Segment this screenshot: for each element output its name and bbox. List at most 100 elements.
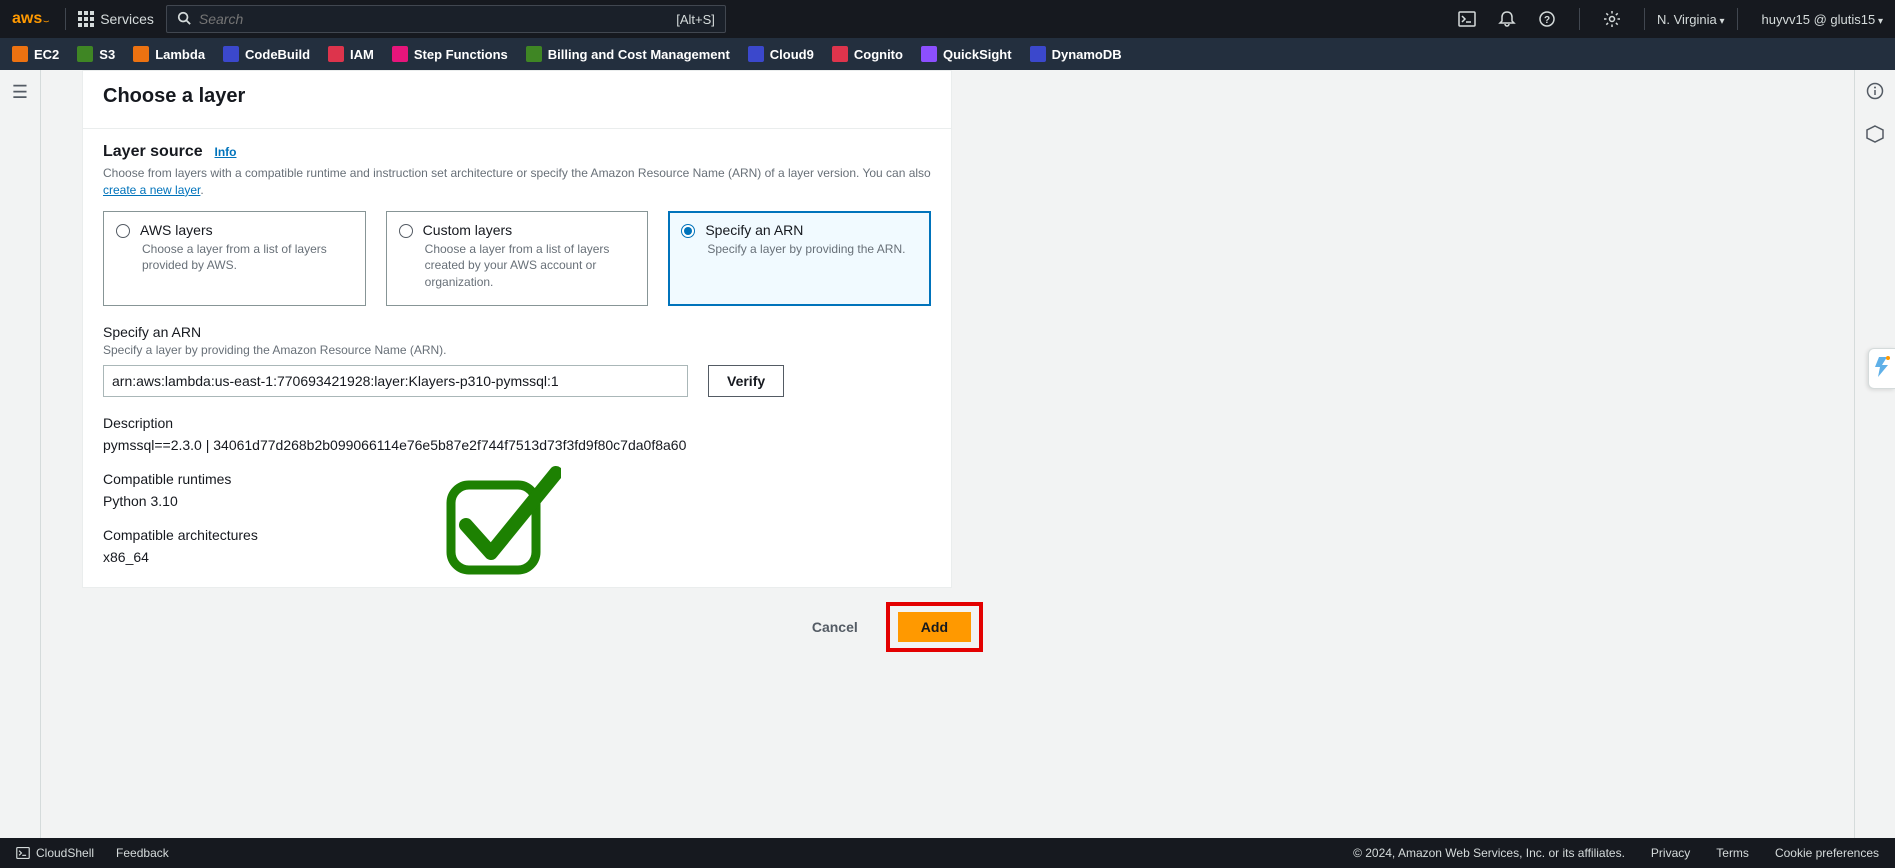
info-panel-icon[interactable]: [1866, 82, 1884, 105]
search-icon: [177, 11, 191, 28]
terms-link[interactable]: Terms: [1716, 846, 1749, 860]
services-label: Services: [100, 11, 154, 27]
help-text: Choose from layers with a compatible run…: [103, 166, 931, 180]
arn-field-block: Specify an ARN Specify a layer by provid…: [103, 324, 931, 397]
service-label: EC2: [34, 47, 59, 62]
search-shortcut: [Alt+S]: [676, 12, 715, 27]
radio-icon: [681, 224, 695, 238]
radio-desc: Specify a layer by providing the ARN.: [707, 241, 918, 258]
arn-sub: Specify a layer by providing the Amazon …: [103, 343, 931, 357]
arn-input[interactable]: [103, 365, 688, 397]
service-shortcut-step-functions[interactable]: Step Functions: [392, 46, 508, 62]
arn-label: Specify an ARN: [103, 324, 931, 340]
feedback-link[interactable]: Feedback: [116, 846, 169, 860]
layer-source-options: AWS layers Choose a layer from a list of…: [103, 211, 931, 306]
feedback-label: Feedback: [116, 846, 169, 860]
radio-custom-layers[interactable]: Custom layers Choose a layer from a list…: [386, 211, 649, 306]
architectures-label: Compatible architectures: [103, 527, 931, 543]
service-favorites-bar: EC2 S3 Lambda CodeBuild IAM Step Functions Bil…: [0, 38, 1895, 70]
service-label: Cognito: [854, 47, 903, 62]
radio-specify-arn[interactable]: Specify an ARN Specify a layer by provid…: [668, 211, 931, 306]
service-icon: [392, 46, 408, 62]
radio-title: Specify an ARN: [705, 222, 803, 238]
divider: [65, 8, 66, 30]
diagnostic-panel-icon[interactable]: [1866, 125, 1884, 148]
service-shortcut-codebuild[interactable]: CodeBuild: [223, 46, 310, 62]
radio-desc: Choose a layer from a list of layers cre…: [425, 241, 636, 291]
info-link[interactable]: Info: [215, 145, 237, 159]
service-icon: [133, 46, 149, 62]
verify-button[interactable]: Verify: [708, 365, 784, 397]
service-shortcut-s3[interactable]: S3: [77, 46, 115, 62]
service-label: S3: [99, 47, 115, 62]
service-shortcut-cloud9[interactable]: Cloud9: [748, 46, 814, 62]
cloudshell-link[interactable]: CloudShell: [16, 846, 94, 860]
service-label: CodeBuild: [245, 47, 310, 62]
service-icon: [526, 46, 542, 62]
cookies-link[interactable]: Cookie preferences: [1775, 846, 1879, 860]
cloudshell-label: CloudShell: [36, 846, 94, 860]
service-icon: [12, 46, 28, 62]
divider: [1644, 8, 1645, 30]
page-title: Choose a layer: [103, 85, 931, 108]
service-shortcut-ec2[interactable]: EC2: [12, 46, 59, 62]
service-icon: [223, 46, 239, 62]
codewhisperer-float[interactable]: [1868, 348, 1895, 389]
architectures-value: x86_64: [103, 549, 931, 565]
service-icon: [1030, 46, 1046, 62]
copyright: © 2024, Amazon Web Services, Inc. or its…: [1353, 846, 1625, 860]
service-label: QuickSight: [943, 47, 1012, 62]
service-icon: [748, 46, 764, 62]
runtimes-block: Compatible runtimes Python 3.10: [103, 471, 931, 509]
create-layer-link[interactable]: create a new layer: [103, 183, 200, 197]
user-menu[interactable]: huyvv15 @ glutis15: [1762, 12, 1883, 27]
radio-title: AWS layers: [140, 222, 213, 238]
highlight-box: Add: [886, 602, 983, 652]
sidebar-collapsed: ☰: [0, 70, 41, 838]
service-shortcut-quicksight[interactable]: QuickSight: [921, 46, 1012, 62]
global-search[interactable]: [Alt+S]: [166, 5, 726, 33]
divider: [1579, 8, 1580, 30]
description-block: Description pymssql==2.3.0 | 34061d77d26…: [103, 415, 931, 453]
description-value: pymssql==2.3.0 | 34061d77d268b2b09906611…: [103, 437, 931, 453]
service-label: Billing and Cost Management: [548, 47, 730, 62]
menu-toggle-icon[interactable]: ☰: [12, 82, 28, 838]
settings-icon[interactable]: [1602, 9, 1622, 29]
service-label: Cloud9: [770, 47, 814, 62]
cloudshell-icon[interactable]: [1457, 9, 1477, 29]
grid-icon: [78, 11, 94, 27]
service-icon: [832, 46, 848, 62]
radio-aws-layers[interactable]: AWS layers Choose a layer from a list of…: [103, 211, 366, 306]
search-input[interactable]: [199, 11, 399, 27]
footer: CloudShell Feedback © 2024, Amazon Web S…: [0, 838, 1895, 868]
service-shortcut-dynamodb[interactable]: DynamoDB: [1030, 46, 1122, 62]
service-shortcut-iam[interactable]: IAM: [328, 46, 374, 62]
service-label: Lambda: [155, 47, 205, 62]
runtimes-value: Python 3.10: [103, 493, 931, 509]
help-icon[interactable]: ?: [1537, 9, 1557, 29]
region-selector[interactable]: N. Virginia: [1657, 12, 1725, 27]
radio-title: Custom layers: [423, 222, 512, 238]
services-menu-button[interactable]: Services: [78, 11, 154, 27]
notifications-icon[interactable]: [1497, 9, 1517, 29]
layer-source-title: Layer source: [103, 143, 203, 160]
privacy-link[interactable]: Privacy: [1651, 846, 1690, 860]
right-panel-collapsed: [1854, 70, 1895, 838]
cancel-button[interactable]: Cancel: [794, 602, 876, 652]
service-shortcut-billing-and-cost-management[interactable]: Billing and Cost Management: [526, 46, 730, 62]
service-shortcut-lambda[interactable]: Lambda: [133, 46, 205, 62]
global-nav: aws ⌣ Services [Alt+S] ? N. Virginia huy…: [0, 0, 1895, 38]
radio-icon: [116, 224, 130, 238]
add-button[interactable]: Add: [898, 612, 971, 642]
main-content: Choose a layer Layer source Info Choose …: [41, 70, 1854, 838]
runtimes-label: Compatible runtimes: [103, 471, 931, 487]
service-icon: [328, 46, 344, 62]
layer-source-help: Choose from layers with a compatible run…: [103, 165, 931, 199]
description-label: Description: [103, 415, 931, 431]
aws-logo[interactable]: aws ⌣: [12, 10, 49, 28]
radio-icon: [399, 224, 413, 238]
divider: [1737, 8, 1738, 30]
actions-row: Cancel Add: [82, 588, 993, 672]
service-shortcut-cognito[interactable]: Cognito: [832, 46, 903, 62]
service-label: DynamoDB: [1052, 47, 1122, 62]
